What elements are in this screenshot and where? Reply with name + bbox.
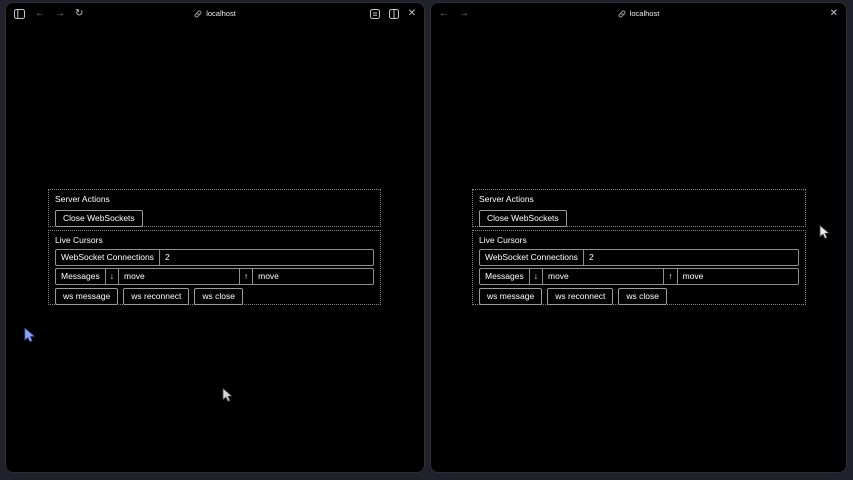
- ws-reconnect-button[interactable]: ws reconnect: [547, 288, 613, 305]
- page-title: localhost: [206, 9, 236, 18]
- arrow-up-icon: ↑: [239, 269, 252, 284]
- connections-row: WebSocket Connections 2: [479, 249, 799, 266]
- messages-row: Messages ↓ move ↑ move: [55, 268, 374, 285]
- browser-window-right: ← → localhost ✕ Server Actions Close Web…: [430, 2, 847, 473]
- close-websockets-button[interactable]: Close WebSockets: [55, 210, 143, 227]
- window-controls: ✕: [830, 9, 838, 19]
- connections-label: WebSocket Connections: [480, 250, 583, 265]
- back-icon[interactable]: ←: [35, 9, 45, 19]
- ws-reconnect-button[interactable]: ws reconnect: [123, 288, 189, 305]
- arrow-down-icon: ↓: [105, 269, 118, 284]
- connections-label: WebSocket Connections: [56, 250, 159, 265]
- live-cursors-panel: Live Cursors WebSocket Connections 2 Mes…: [48, 230, 381, 305]
- close-websockets-button[interactable]: Close WebSockets: [479, 210, 567, 227]
- link-icon: [194, 10, 202, 18]
- reload-icon[interactable]: ↻: [75, 9, 83, 19]
- arrow-up-icon: ↑: [663, 269, 676, 284]
- link-icon: [618, 10, 626, 18]
- forward-icon[interactable]: →: [55, 9, 65, 19]
- server-actions-panel: Server Actions Close WebSockets: [472, 189, 806, 227]
- messages-label: Messages: [480, 269, 529, 284]
- live-cursors-panel: Live Cursors WebSocket Connections 2 Mes…: [472, 230, 806, 305]
- server-actions-title: Server Actions: [479, 194, 799, 205]
- live-cursors-title: Live Cursors: [479, 235, 799, 246]
- browser-window-left: ← → ↻ localhost ✕ Server Actions Close W…: [5, 2, 425, 473]
- incoming-message-value: move: [118, 269, 239, 284]
- live-cursors-title: Live Cursors: [55, 235, 374, 246]
- messages-row: Messages ↓ move ↑ move: [479, 268, 799, 285]
- ws-buttons-row: ws message ws reconnect ws close: [55, 288, 374, 305]
- outgoing-message-value: move: [677, 269, 798, 284]
- page-title: localhost: [630, 9, 660, 18]
- nav-controls: ← → ↻: [14, 9, 83, 19]
- reader-list-icon[interactable]: [370, 9, 380, 19]
- close-icon[interactable]: ✕: [408, 9, 416, 19]
- close-icon[interactable]: ✕: [830, 9, 838, 19]
- back-icon[interactable]: ←: [439, 9, 449, 19]
- forward-icon[interactable]: →: [459, 9, 469, 19]
- arrow-down-icon: ↓: [529, 269, 542, 284]
- ws-buttons-row: ws message ws reconnect ws close: [479, 288, 799, 305]
- ws-message-button[interactable]: ws message: [479, 288, 542, 305]
- connections-value: 2: [159, 250, 373, 265]
- sidebar-toggle-icon[interactable]: [14, 9, 25, 19]
- titlebar: ← → localhost ✕: [431, 3, 846, 24]
- incoming-message-value: move: [542, 269, 663, 284]
- titlebar: ← → ↻ localhost ✕: [6, 3, 424, 24]
- split-view-icon[interactable]: [389, 9, 399, 19]
- address-bar: localhost: [431, 3, 846, 24]
- ws-message-button[interactable]: ws message: [55, 288, 118, 305]
- server-actions-panel: Server Actions Close WebSockets: [48, 189, 381, 227]
- ws-close-button[interactable]: ws close: [194, 288, 243, 305]
- messages-label: Messages: [56, 269, 105, 284]
- connections-value: 2: [583, 250, 798, 265]
- server-actions-title: Server Actions: [55, 194, 374, 205]
- nav-controls: ← →: [439, 9, 469, 19]
- outgoing-message-value: move: [252, 269, 373, 284]
- ws-close-button[interactable]: ws close: [618, 288, 667, 305]
- connections-row: WebSocket Connections 2: [55, 249, 374, 266]
- window-controls: ✕: [370, 9, 416, 19]
